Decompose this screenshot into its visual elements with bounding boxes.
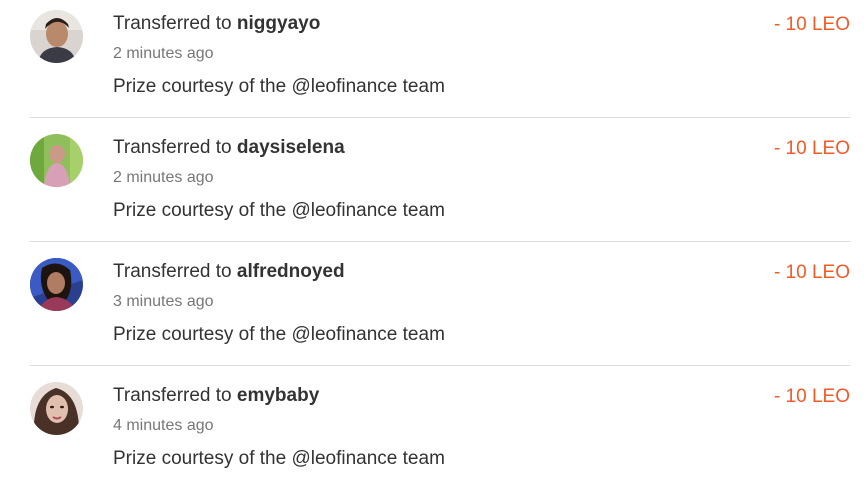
transfer-title: Transferred to emybaby [113, 385, 319, 407]
transfer-list-item: Transferred to emybaby 4 minutes ago Pri… [0, 372, 867, 485]
recipient-username-link[interactable]: daysiselena [237, 137, 345, 158]
transfer-memo: Prize courtesy of the @leofinance team [113, 76, 445, 97]
divider [30, 117, 850, 118]
transfer-amount: - 10 LEO [773, 262, 850, 283]
user-avatar-icon [30, 382, 83, 435]
transfer-title: Transferred to alfrednoyed [113, 261, 345, 283]
transfer-amount: - 10 LEO [773, 386, 850, 407]
user-avatar-icon [30, 134, 83, 187]
transfer-memo: Prize courtesy of the @leofinance team [113, 324, 445, 345]
divider [30, 241, 850, 242]
user-avatar-icon [30, 10, 83, 63]
user-avatar[interactable] [30, 258, 83, 311]
transfer-memo: Prize courtesy of the @leofinance team [113, 200, 445, 221]
user-avatar[interactable] [30, 382, 83, 435]
transfer-history-list: Transferred to niggyayo 2 minutes ago Pr… [0, 0, 867, 485]
transfer-timestamp: 4 minutes ago [113, 417, 214, 434]
transfer-timestamp: 2 minutes ago [113, 45, 214, 62]
transfer-prefix: Transferred to [113, 137, 232, 158]
transfer-timestamp: 3 minutes ago [113, 293, 214, 310]
transfer-list-item: Transferred to daysiselena 2 minutes ago… [0, 124, 867, 248]
recipient-username-link[interactable]: alfrednoyed [237, 261, 345, 282]
user-avatar[interactable] [30, 134, 83, 187]
transfer-prefix: Transferred to [113, 13, 232, 34]
user-avatar[interactable] [30, 10, 83, 63]
transfer-title: Transferred to daysiselena [113, 137, 345, 159]
transfer-timestamp: 2 minutes ago [113, 169, 214, 186]
recipient-username-link[interactable]: emybaby [237, 385, 319, 406]
recipient-username-link[interactable]: niggyayo [237, 13, 320, 34]
transfer-prefix: Transferred to [113, 261, 232, 282]
transfer-amount: - 10 LEO [773, 14, 850, 35]
user-avatar-icon [30, 258, 83, 311]
transfer-title: Transferred to niggyayo [113, 13, 320, 35]
transfer-prefix: Transferred to [113, 385, 232, 406]
transfer-list-item: Transferred to alfrednoyed 3 minutes ago… [0, 248, 867, 372]
transfer-list-item: Transferred to niggyayo 2 minutes ago Pr… [0, 0, 867, 124]
transfer-amount: - 10 LEO [773, 138, 850, 159]
divider [30, 365, 850, 366]
transfer-memo: Prize courtesy of the @leofinance team [113, 448, 445, 469]
